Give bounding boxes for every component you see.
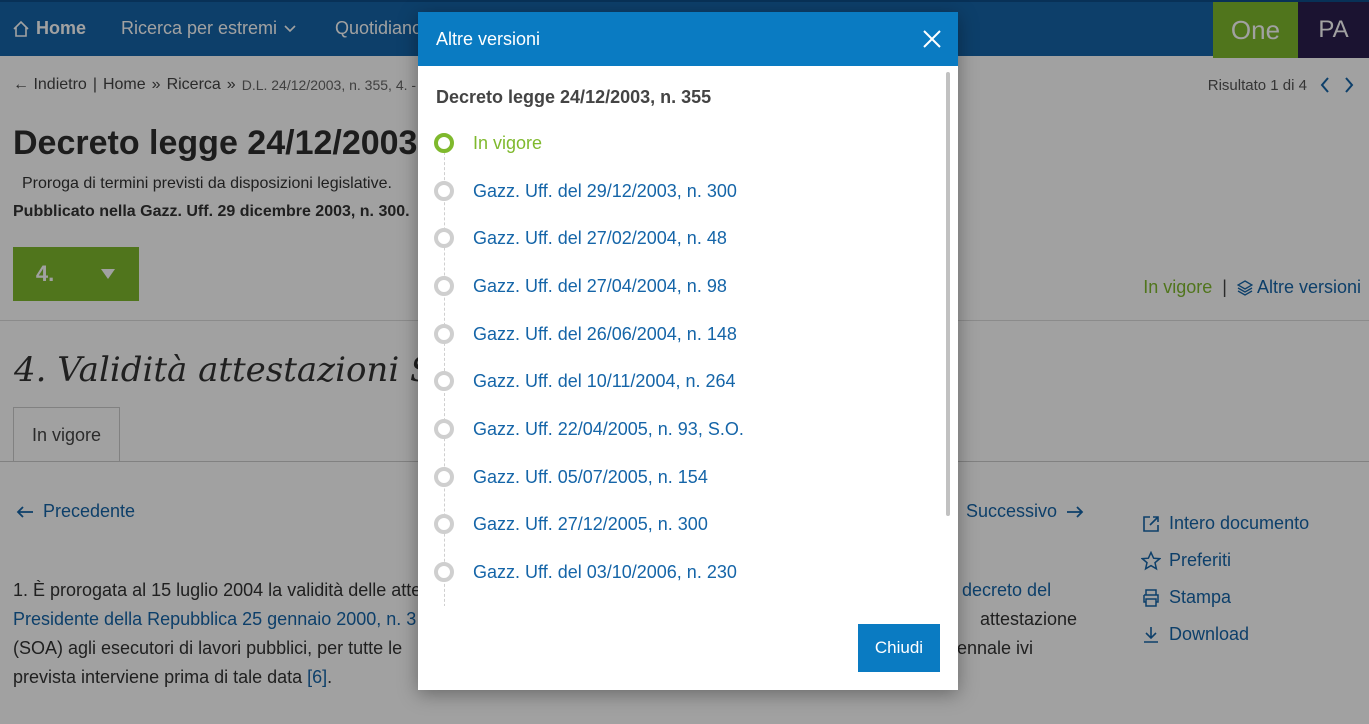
timeline-dot <box>434 371 454 391</box>
altre-versioni-modal: Altre versioni Decreto legge 24/12/2003,… <box>418 12 958 690</box>
timeline-dot <box>434 467 454 487</box>
timeline-dot <box>434 228 454 248</box>
timeline-dot <box>434 324 454 344</box>
timeline-dot <box>434 514 454 534</box>
version-label: Gazz. Uff. del 03/10/2006, n. 230 <box>473 561 737 582</box>
version-item[interactable]: Gazz. Uff. del 03/10/2006, n. 230 <box>434 557 737 587</box>
version-item[interactable]: Gazz. Uff. del 26/06/2004, n. 148 <box>434 319 737 349</box>
version-item[interactable]: Gazz. Uff. del 10/11/2004, n. 264 <box>434 366 736 396</box>
version-label: Gazz. Uff. del 10/11/2004, n. 264 <box>473 370 736 391</box>
version-item[interactable]: Gazz. Uff. del 27/02/2004, n. 48 <box>434 223 727 253</box>
version-label: Gazz. Uff. 27/12/2005, n. 300 <box>473 513 708 534</box>
close-button[interactable] <box>920 27 944 51</box>
version-label: In vigore <box>473 132 543 153</box>
version-item[interactable]: In vigore <box>434 128 542 158</box>
modal-body: Decreto legge 24/12/2003, n. 355 In vigo… <box>418 66 958 606</box>
timeline-dot-active <box>434 133 454 153</box>
timeline-dot <box>434 419 454 439</box>
version-item[interactable]: Gazz. Uff. del 27/04/2004, n. 98 <box>434 271 727 301</box>
version-label: Gazz. Uff. 22/04/2005, n. 93, S.O. <box>473 418 744 439</box>
version-label: Gazz. Uff. 05/07/2005, n. 154 <box>473 466 708 487</box>
version-label: Gazz. Uff. del 27/02/2004, n. 48 <box>473 227 727 248</box>
modal-header: Altre versioni <box>418 12 958 66</box>
chiudi-button[interactable]: Chiudi <box>858 624 940 672</box>
close-icon <box>923 30 941 48</box>
version-label: Gazz. Uff. del 29/12/2003, n. 300 <box>473 180 737 201</box>
modal-scrollbar[interactable] <box>946 72 950 516</box>
version-item[interactable]: Gazz. Uff. 05/07/2005, n. 154 <box>434 462 708 492</box>
version-item[interactable]: Gazz. Uff. del 29/12/2003, n. 300 <box>434 176 737 206</box>
timeline-dot <box>434 276 454 296</box>
version-item[interactable]: Gazz. Uff. 22/04/2005, n. 93, S.O. <box>434 414 744 444</box>
version-label: Gazz. Uff. del 26/06/2004, n. 148 <box>473 323 737 344</box>
modal-title: Altre versioni <box>436 28 541 49</box>
version-item[interactable]: Gazz. Uff. 27/12/2005, n. 300 <box>434 509 708 539</box>
version-label: Gazz. Uff. del 27/04/2004, n. 98 <box>473 275 727 296</box>
modal-document-title: Decreto legge 24/12/2003, n. 355 <box>436 87 712 107</box>
timeline-dot <box>434 562 454 582</box>
timeline-dot <box>434 181 454 201</box>
